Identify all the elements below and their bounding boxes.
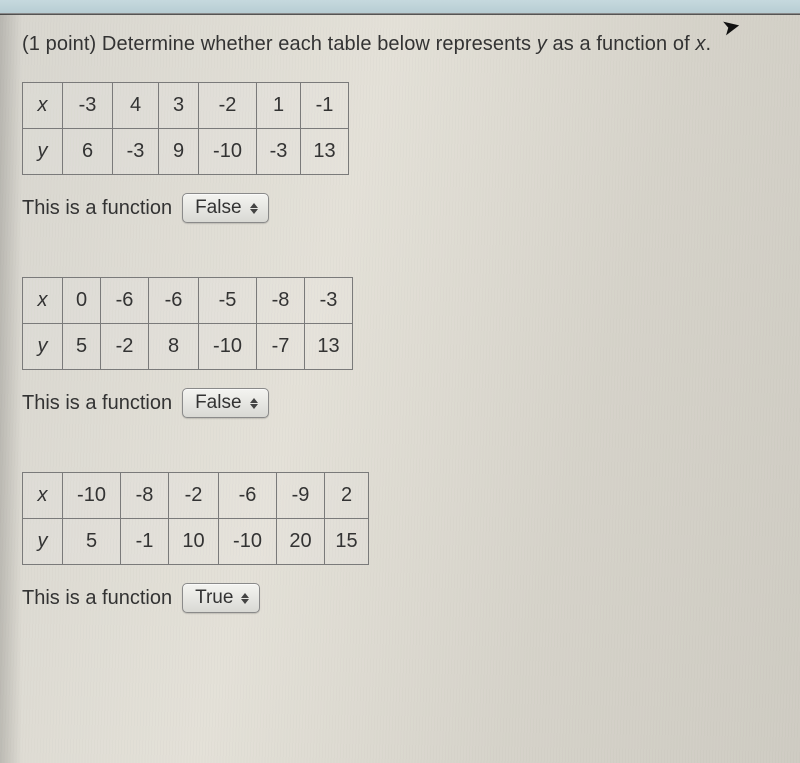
cell: -3 [305, 278, 353, 324]
stepper-arrows-icon [250, 203, 258, 214]
answer-select-value: False [195, 392, 241, 414]
question-var-y: y [537, 33, 547, 55]
cell: 3 [159, 83, 199, 129]
table-row: y 5 -1 10 -10 20 15 [23, 519, 369, 565]
row-header-y: y [23, 129, 63, 175]
cell: -8 [257, 278, 305, 324]
cell: -3 [257, 129, 301, 175]
table-3: x -10 -8 -2 -6 -9 2 y 5 -1 10 -10 20 15 [22, 472, 369, 565]
chevron-down-icon [250, 404, 258, 409]
table-row: y 5 -2 8 -10 -7 13 [23, 324, 353, 370]
answer-line-3: This is a function True [22, 583, 778, 613]
cell: -10 [219, 519, 277, 565]
cell: 5 [63, 324, 101, 370]
cell: 1 [257, 83, 301, 129]
window-titlebar [0, 0, 800, 14]
cell: -10 [63, 473, 121, 519]
cell: -2 [169, 473, 219, 519]
cell: -6 [101, 278, 149, 324]
cell: 8 [149, 324, 199, 370]
table-row: y 6 -3 9 -10 -3 13 [23, 129, 349, 175]
row-header-x: x [23, 473, 63, 519]
cell: -2 [199, 83, 257, 129]
row-header-y: y [23, 519, 63, 565]
table-2: x 0 -6 -6 -5 -8 -3 y 5 -2 8 -10 -7 13 [22, 277, 353, 370]
cell: -8 [121, 473, 169, 519]
cell: 2 [325, 473, 369, 519]
cell: 15 [325, 519, 369, 565]
chevron-up-icon [241, 593, 249, 598]
answer-select-value: False [195, 197, 241, 219]
answer-line-1: This is a function False [22, 193, 778, 223]
cell: 5 [63, 519, 121, 565]
cell: 13 [305, 324, 353, 370]
table-row: x 0 -6 -6 -5 -8 -3 [23, 278, 353, 324]
cell: -1 [301, 83, 349, 129]
answer-label: This is a function [22, 587, 172, 610]
table-row: x -10 -8 -2 -6 -9 2 [23, 473, 369, 519]
cell: 6 [63, 129, 113, 175]
cell: -10 [199, 129, 257, 175]
answer-label: This is a function [22, 392, 172, 415]
stepper-arrows-icon [250, 398, 258, 409]
row-header-x: x [23, 278, 63, 324]
row-header-x: x [23, 83, 63, 129]
cell: -6 [219, 473, 277, 519]
chevron-up-icon [250, 203, 258, 208]
cell: -3 [113, 129, 159, 175]
cell: 4 [113, 83, 159, 129]
cell: -3 [63, 83, 113, 129]
stepper-arrows-icon [241, 593, 249, 604]
row-header-y: y [23, 324, 63, 370]
question-prefix: (1 point) Determine whether each table b… [22, 33, 537, 55]
chevron-down-icon [250, 209, 258, 214]
question-suffix: . [706, 33, 712, 55]
table-1: x -3 4 3 -2 1 -1 y 6 -3 9 -10 -3 13 [22, 82, 349, 175]
answer-line-2: This is a function False [22, 388, 778, 418]
cell: 10 [169, 519, 219, 565]
chevron-down-icon [241, 599, 249, 604]
answer-select-1[interactable]: False [182, 193, 268, 223]
cell: -1 [121, 519, 169, 565]
cell: -9 [277, 473, 325, 519]
cell: -7 [257, 324, 305, 370]
answer-label: This is a function [22, 197, 172, 220]
cell: 20 [277, 519, 325, 565]
cell: -2 [101, 324, 149, 370]
table-row: x -3 4 3 -2 1 -1 [23, 83, 349, 129]
question-mid: as a function of [547, 33, 696, 55]
answer-select-3[interactable]: True [182, 583, 260, 613]
cell: 0 [63, 278, 101, 324]
chevron-up-icon [250, 398, 258, 403]
cell: -6 [149, 278, 199, 324]
question-var-x: x [695, 33, 705, 55]
answer-select-2[interactable]: False [182, 388, 268, 418]
question-text: (1 point) Determine whether each table b… [22, 33, 778, 56]
cell: 13 [301, 129, 349, 175]
cell: -10 [199, 324, 257, 370]
answer-select-value: True [195, 587, 233, 609]
cell: -5 [199, 278, 257, 324]
cell: 9 [159, 129, 199, 175]
content-area: (1 point) Determine whether each table b… [0, 15, 800, 613]
